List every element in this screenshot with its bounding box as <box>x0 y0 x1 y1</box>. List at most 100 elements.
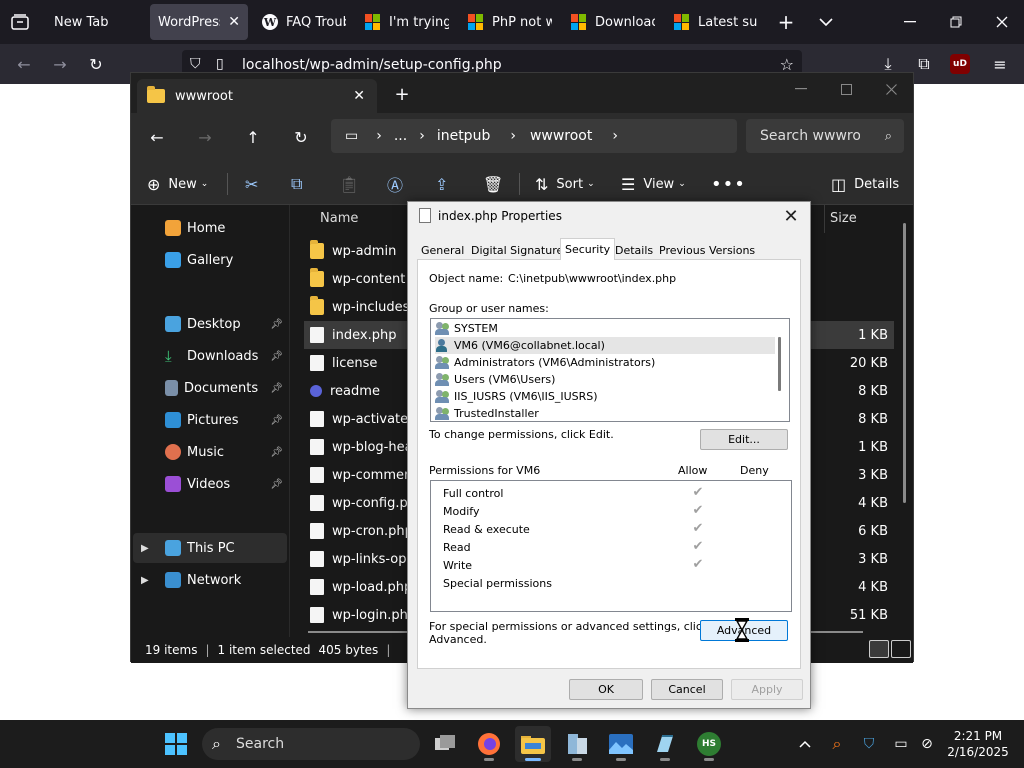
shield-icon[interactable]: ⛉ <box>190 56 201 72</box>
forward-arrow-icon[interactable]: → <box>193 125 217 149</box>
nav-item-downloads[interactable]: ⤓ Downloads 📌︎ <box>139 341 287 371</box>
firefox-taskbar-button[interactable] <box>471 726 507 762</box>
vertical-scrollbar[interactable] <box>903 223 906 503</box>
browser-tab-download[interactable]: Download <box>563 4 663 40</box>
back-arrow-icon[interactable]: ← <box>145 125 169 149</box>
nav-item-documents[interactable]: Documents 📌︎ <box>139 373 287 403</box>
tab-details[interactable]: Details <box>611 241 657 259</box>
search-tool-tray-icon[interactable]: ⌕ <box>827 734 847 754</box>
close-tab-icon[interactable]: ✕ <box>228 14 240 30</box>
browser-tab-faq[interactable]: W FAQ Troubl <box>254 4 354 40</box>
minimize-icon[interactable] <box>898 10 922 34</box>
back-arrow-icon[interactable]: ← <box>12 52 36 76</box>
image-viewer-taskbar-button[interactable] <box>603 726 639 762</box>
details-view-icon[interactable] <box>869 640 889 658</box>
browser-tab-php[interactable]: PhP not wo <box>460 4 560 40</box>
nav-item-pictures[interactable]: Pictures 📌︎ <box>139 405 287 435</box>
hs-app-taskbar-button[interactable]: HS <box>691 726 727 762</box>
tiles-view-icon[interactable] <box>891 640 911 658</box>
delete-button[interactable]: 🗑︎ <box>483 163 511 205</box>
browser-tab-new-tab[interactable]: New Tab <box>46 4 146 40</box>
column-header-size[interactable]: Size <box>830 211 857 226</box>
list-item[interactable]: Administrators (VM6\Administrators) <box>435 354 775 371</box>
show-hidden-icons-chevron-icon[interactable] <box>795 734 815 754</box>
refresh-icon[interactable]: ↻ <box>289 125 313 149</box>
list-item[interactable]: VM6 (VM6@collabnet.local) <box>435 337 775 354</box>
new-tab-plus-icon[interactable]: + <box>391 83 413 105</box>
tab-digital-signatures[interactable]: Digital Signatures <box>467 241 573 259</box>
nav-item-this-pc[interactable]: ▶ This PC <box>133 533 287 563</box>
list-item[interactable]: IIS_IUSRS (VM6\IIS_IUSRS) <box>435 388 775 405</box>
server-manager-taskbar-button[interactable] <box>559 726 595 762</box>
start-button[interactable] <box>158 726 194 762</box>
list-item[interactable]: Users (VM6\Users) <box>435 371 775 388</box>
nav-item-videos[interactable]: Videos 📌︎ <box>139 469 287 499</box>
up-arrow-icon[interactable]: ↑ <box>241 125 265 149</box>
list-item[interactable]: TrustedInstaller <box>435 405 775 421</box>
group-user-list[interactable]: SYSTEM VM6 (VM6@collabnet.local) Adminis… <box>430 318 790 422</box>
close-window-icon[interactable] <box>881 79 901 99</box>
close-window-icon[interactable] <box>990 10 1014 34</box>
cancel-button[interactable]: Cancel <box>651 679 723 700</box>
taskbar: ⌕ Search HS ⌕ ⛉ ▭ ⊘ 2:21 PM 2/16/2025 <box>0 720 1024 768</box>
forward-arrow-icon[interactable]: → <box>48 52 72 76</box>
close-tab-icon[interactable]: ✕ <box>353 88 365 104</box>
breadcrumb-wwwroot[interactable]: wwwroot <box>530 128 592 144</box>
display-tray-icon[interactable]: ▭ <box>891 734 911 754</box>
apply-button[interactable]: Apply <box>731 679 803 700</box>
tab-security[interactable]: Security <box>560 238 616 260</box>
list-item[interactable]: SYSTEM <box>435 320 775 337</box>
list-scrollbar[interactable] <box>778 337 781 391</box>
menu-hamburger-icon[interactable]: ≡ <box>988 52 1012 76</box>
view-button[interactable]: ☰ View ⌄ <box>621 163 686 205</box>
ok-button[interactable]: OK <box>569 679 643 700</box>
maximize-icon[interactable] <box>836 79 856 99</box>
firefox-view-icon[interactable] <box>8 10 32 34</box>
close-icon[interactable]: ✕ <box>778 204 804 228</box>
task-view-button[interactable] <box>427 726 463 762</box>
details-pane-button[interactable]: ◫ Details <box>831 163 899 205</box>
copy-button[interactable]: ⧉ <box>291 163 310 205</box>
breadcrumb-chevron-icon: › <box>612 128 618 144</box>
nav-item-desktop[interactable]: Desktop 📌︎ <box>139 309 287 339</box>
browser-tab-latest[interactable]: Latest supp <box>666 4 766 40</box>
edit-button[interactable]: Edit... <box>700 429 788 450</box>
list-tabs-chevron-icon[interactable] <box>814 10 838 34</box>
nav-item-music[interactable]: Music 📌︎ <box>139 437 287 467</box>
explorer-search-input[interactable]: Search wwwroot ⌕ <box>746 119 904 153</box>
browser-tab-wordpress[interactable]: WordPress › ✕ <box>150 4 248 40</box>
nav-item-network[interactable]: ▶ Network <box>133 565 287 595</box>
breadcrumb-inetpub[interactable]: inetpub <box>437 128 491 144</box>
cut-button[interactable]: ✂ <box>245 163 266 205</box>
volume-muted-icon[interactable]: ⊘ <box>917 734 937 754</box>
sort-button[interactable]: ⇅ Sort ⌄ <box>535 163 595 205</box>
paste-button[interactable]: 📋︎ <box>339 163 367 205</box>
column-header-name[interactable]: Name <box>320 211 358 226</box>
notepad-taskbar-button[interactable] <box>647 726 683 762</box>
minimize-icon[interactable] <box>791 79 811 99</box>
browser-tab-trying[interactable]: I'm trying t <box>357 4 457 40</box>
rename-button[interactable]: Ⓐ <box>387 163 411 205</box>
share-button[interactable]: ⇪ <box>435 163 456 205</box>
explorer-tab-wwwroot[interactable]: wwwroot ✕ <box>137 79 377 113</box>
reload-icon[interactable]: ↻ <box>84 52 108 76</box>
taskbar-clock[interactable]: 2:21 PM 2/16/2025 <box>940 728 1016 760</box>
new-button[interactable]: ⊕ New ⌄ <box>147 163 208 205</box>
file-explorer-taskbar-button[interactable] <box>515 726 551 762</box>
nav-item-home[interactable]: Home <box>139 213 287 243</box>
new-tab-plus-icon[interactable]: + <box>774 10 798 34</box>
nav-item-gallery[interactable]: Gallery <box>139 245 287 275</box>
tab-previous-versions[interactable]: Previous Versions <box>655 241 759 259</box>
taskbar-search-box[interactable]: ⌕ Search <box>202 728 420 760</box>
security-shield-tray-icon[interactable]: ⛉ <box>859 734 879 754</box>
more-options-button[interactable]: ••• <box>711 163 746 205</box>
expand-chevron-icon[interactable]: ▶ <box>141 543 149 554</box>
extensions-icon[interactable]: ⧉ <box>912 52 936 76</box>
tab-general[interactable]: General <box>417 241 468 259</box>
page-info-icon[interactable]: ▯ <box>216 56 224 72</box>
expand-chevron-icon[interactable]: ▶ <box>141 575 149 586</box>
explorer-address-bar[interactable]: ▭ › ... › inetpub › wwwroot › <box>331 119 737 153</box>
breadcrumb-ellipsis[interactable]: ... <box>394 128 407 144</box>
restore-icon[interactable] <box>944 10 968 34</box>
ublock-icon[interactable]: uD <box>950 54 970 74</box>
